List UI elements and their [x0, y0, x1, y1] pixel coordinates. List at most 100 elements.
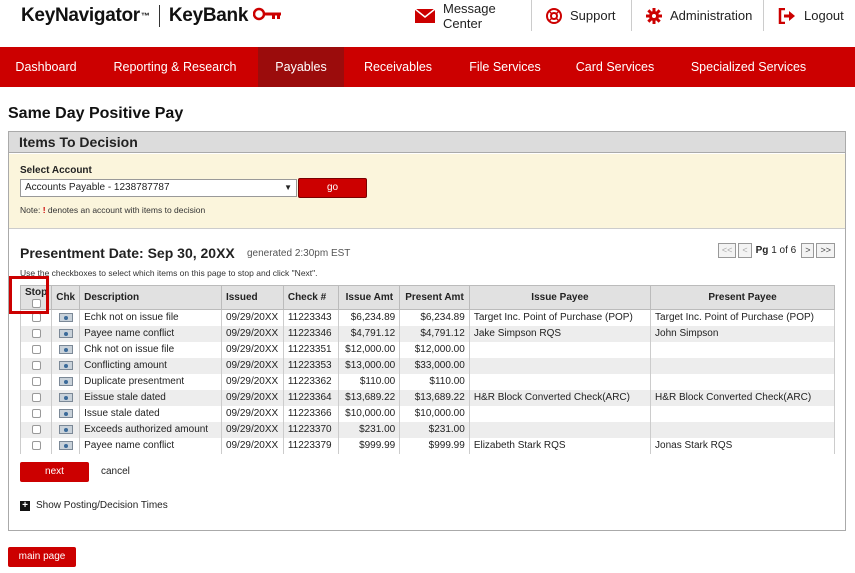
cell-check-number: 11223351 [282, 341, 340, 358]
plus-icon: + [20, 500, 30, 511]
cell-present-amt: $110.00 [399, 373, 470, 390]
check-image-icon[interactable] [58, 376, 73, 386]
nav-reporting-research[interactable]: Reporting & Research [92, 47, 258, 87]
cell-present-payee: Jonas Stark RQS [650, 437, 835, 454]
check-image-icon[interactable] [58, 440, 73, 450]
cell-check-number: 11223364 [282, 389, 340, 406]
cell-present-payee: H&R Block Converted Check(ARC) [650, 389, 835, 406]
account-select[interactable]: Accounts Payable - 1238787787 ▼ [20, 179, 297, 197]
cell-check-number: 11223379 [282, 437, 340, 454]
message-center-label: Message Center [443, 0, 496, 31]
next-button[interactable]: next [20, 462, 89, 482]
last-page-button[interactable]: >> [816, 243, 835, 258]
cell-description: Payee name conflict [79, 437, 222, 454]
next-page-button[interactable]: > [801, 243, 815, 258]
cell-control [19, 405, 53, 422]
logout-link[interactable]: Logout [763, 0, 855, 31]
cell-issued: 09/29/20XX [220, 341, 284, 358]
table-row: Echk not on issue file 09/29/20XX 11223343… [19, 309, 835, 326]
select-account-label: Select Account [20, 165, 92, 176]
cancel-link[interactable]: cancel [101, 466, 130, 477]
check-image-icon[interactable] [58, 392, 73, 402]
generated-time: generated 2:30pm EST [247, 248, 351, 259]
main-page-button[interactable]: main page [8, 547, 76, 567]
stop-checkbox[interactable] [31, 344, 41, 354]
stop-checkbox[interactable] [31, 360, 41, 370]
check-image-icon[interactable] [58, 328, 73, 338]
cell-issue-payee: Elizabeth Stark RQS [468, 437, 652, 454]
trademark-mark: ™ [140, 11, 150, 21]
check-image-icon[interactable] [58, 344, 73, 354]
cell-control [51, 405, 81, 422]
header-issued: Issued [220, 285, 284, 310]
nav-card-services[interactable]: Card Services [558, 47, 672, 87]
cell-issue-amt: $13,689.22 [338, 389, 401, 406]
lifebuoy-icon [546, 7, 562, 24]
cell-description: Echk not on issue file [79, 309, 222, 326]
cell-issued: 09/29/20XX [220, 325, 284, 342]
stop-checkbox[interactable] [31, 328, 41, 338]
cell-present-amt: $33,000.00 [399, 357, 470, 374]
check-image-icon[interactable] [58, 424, 73, 434]
check-image-icon[interactable] [58, 313, 73, 323]
cell-issue-amt: $999.99 [338, 437, 401, 454]
stop-checkbox[interactable] [31, 376, 41, 386]
nav-receivables[interactable]: Receivables [344, 47, 452, 87]
cell-present-amt: $6,234.89 [399, 309, 470, 326]
nav-dashboard[interactable]: Dashboard [0, 47, 92, 87]
cell-control [51, 309, 81, 326]
prev-page-button[interactable]: < [738, 243, 752, 258]
show-posting-times-toggle[interactable]: + Show Posting/Decision Times [20, 500, 168, 511]
nav-file-services[interactable]: File Services [452, 47, 558, 87]
nav-payables[interactable]: Payables [258, 47, 344, 87]
stop-checkbox[interactable] [31, 424, 41, 434]
first-page-button[interactable]: << [717, 243, 737, 258]
header-description: Description [79, 285, 222, 310]
header-issue-amt: Issue Amt [338, 285, 401, 310]
stop-checkbox[interactable] [31, 440, 41, 450]
cell-issue-payee [468, 373, 652, 390]
cell-present-amt: $12,000.00 [399, 341, 470, 358]
cell-present-amt: $4,791.12 [399, 325, 470, 342]
cell-present-amt: $13,689.22 [399, 389, 470, 406]
envelope-icon [415, 8, 435, 23]
cell-present-payee [650, 357, 835, 374]
top-bar: KeyNavigator ™ KeyBank Message Center Sup… [0, 0, 855, 47]
cell-issue-payee [468, 357, 652, 374]
cell-control [19, 325, 53, 342]
utility-links: Message Center Support Administration Lo… [401, 0, 855, 31]
items-to-decision-panel: Items To Decision Select Account Account… [8, 131, 846, 531]
items-table: Stop Chk Description Issued Check # Issu… [19, 285, 835, 454]
cell-check-number: 11223362 [282, 373, 340, 390]
support-label: Support [570, 8, 616, 23]
stop-checkbox[interactable] [31, 313, 41, 323]
nav-specialized-services[interactable]: Specialized Services [672, 47, 825, 87]
cell-control [51, 437, 81, 454]
go-button[interactable]: go [298, 178, 367, 198]
note-prefix: Note: [20, 205, 43, 215]
pager: << < Pg 1 of 6 > >> [716, 243, 835, 258]
message-center-link[interactable]: Message Center [401, 0, 531, 31]
cell-issued: 09/29/20XX [220, 421, 284, 438]
cell-issue-payee [468, 405, 652, 422]
cell-present-amt: $999.99 [399, 437, 470, 454]
cell-description: Issue stale dated [79, 405, 222, 422]
cell-present-payee [650, 405, 835, 422]
cell-check-number: 11223346 [282, 325, 340, 342]
cell-present-amt: $10,000.00 [399, 405, 470, 422]
cell-control [19, 437, 53, 454]
header-check-number: Check # [282, 285, 340, 310]
stop-checkbox[interactable] [31, 392, 41, 402]
presentment-date: Presentment Date: Sep 30, 20XX [20, 245, 235, 261]
cell-issue-payee: H&R Block Converted Check(ARC) [468, 389, 652, 406]
cell-description: Payee name conflict [79, 325, 222, 342]
support-link[interactable]: Support [531, 0, 631, 31]
cell-issue-amt: $10,000.00 [338, 405, 401, 422]
logout-label: Logout [804, 8, 844, 23]
cell-present-payee [650, 373, 835, 390]
cell-control [19, 341, 53, 358]
check-image-icon[interactable] [58, 408, 73, 418]
administration-link[interactable]: Administration [631, 0, 763, 31]
stop-checkbox[interactable] [31, 408, 41, 418]
check-image-icon[interactable] [58, 360, 73, 370]
